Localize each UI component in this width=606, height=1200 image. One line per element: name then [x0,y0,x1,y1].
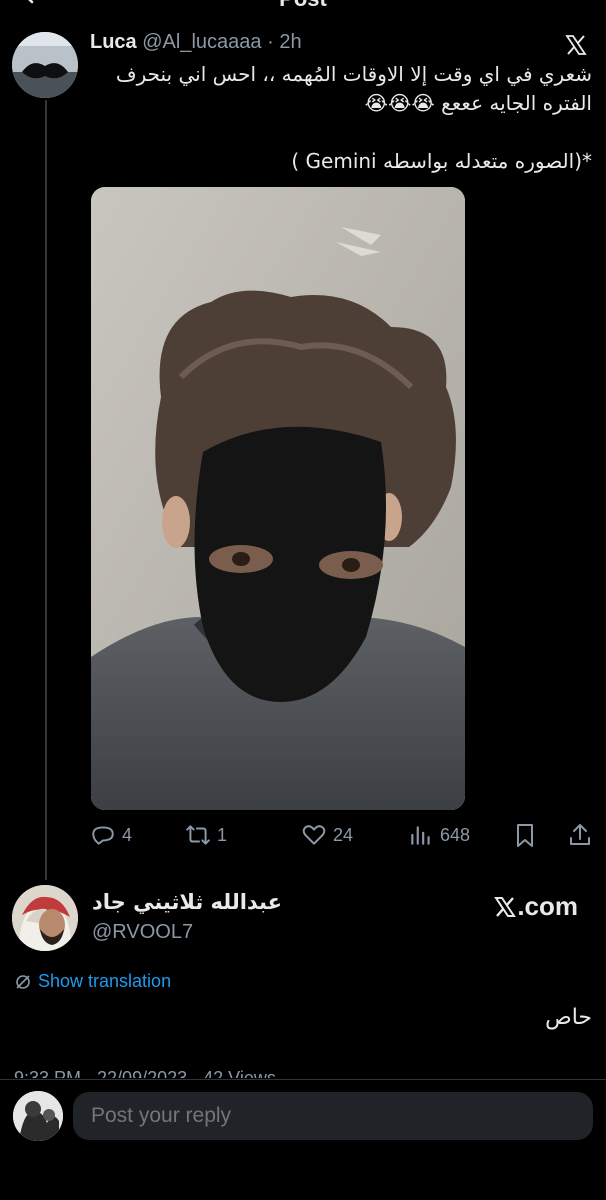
source-domain: .com [517,891,578,921]
views-chart-icon [411,826,430,845]
heart-icon [302,825,326,845]
tweet-line: الفتره الجايه عععع 😭😭😭 [364,91,592,115]
source-label: .com [493,891,578,922]
show-translation-label: Show translation [38,971,172,991]
more-options-icon[interactable]: ••• [566,0,590,9]
reply-author-handle[interactable]: @RVOOL7 [92,921,193,944]
x-logo-icon [494,896,517,917]
reply-icon [92,826,114,845]
avatar[interactable] [12,885,78,951]
reply-author-name[interactable]: عبدالله ثلاثيني جاد [92,890,282,914]
tweet-line: شعري في اي وقت إلا الاوقات المُهمه ،، اح… [115,62,592,86]
globe-slash-icon [16,974,30,989]
tweet-text: شعري في اي وقت إلا الاوقات المُهمه ،، اح… [90,60,592,176]
separator-dot: · [267,31,274,53]
page-title: Post [0,0,606,12]
author-name[interactable]: Luca [90,31,137,53]
post-time: 2h [279,31,302,53]
reply-action[interactable]: 4 [90,822,132,848]
avatar[interactable] [13,1091,63,1141]
share-icon[interactable] [568,822,592,848]
tweet-author-row: Luca @Al_lucaaaa · 2h [90,31,302,54]
post-timestamp: 9:33 PM · 22/09/2023 · 42 Views [14,1068,276,1078]
repost-icon [186,825,210,845]
like-action[interactable]: 24 [301,822,353,848]
avatar[interactable] [12,32,78,98]
repost-action[interactable]: 1 [185,822,227,848]
divider [0,1079,606,1080]
tweet-media-image[interactable] [91,187,465,810]
repost-count: 1 [217,824,228,845]
x-logo-icon [565,35,587,55]
reply-text: حاص [545,1005,592,1030]
like-count: 24 [333,824,354,845]
tweet-actions-bar: 4 1 24 648 [90,822,596,850]
views-action[interactable]: 648 [408,822,470,848]
reply-count: 4 [122,824,133,845]
reply-input[interactable]: Post your reply [73,1092,593,1140]
author-handle[interactable]: @Al_lucaaaa [142,31,261,53]
thread-line [45,100,47,880]
tweet-line: *(الصوره متعدله بواسطه Gemini ) [291,149,592,173]
show-translation-link[interactable]: Show translation [14,971,171,992]
bookmark-icon[interactable] [513,823,537,849]
view-count: 648 [440,824,471,845]
